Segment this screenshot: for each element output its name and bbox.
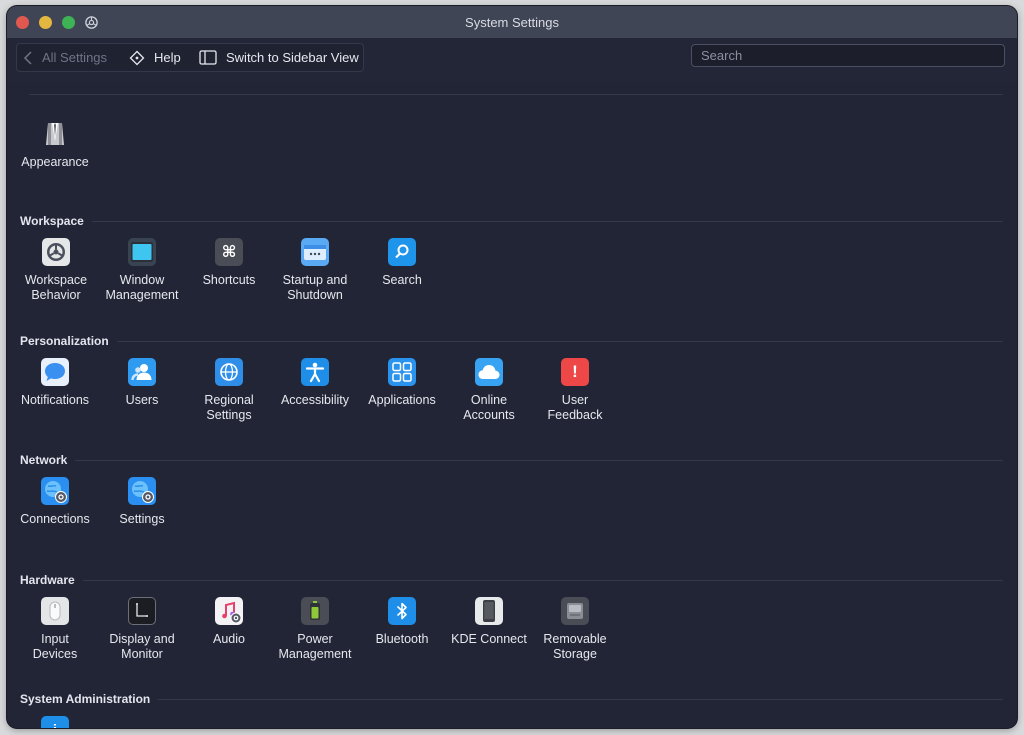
bluetooth-icon — [388, 597, 416, 625]
users-icon — [128, 358, 156, 386]
mouse-icon — [41, 597, 69, 625]
search-input[interactable] — [691, 44, 1005, 67]
back-button-label: All Settings — [42, 50, 108, 65]
network-settings-icon — [128, 477, 156, 505]
help-button-label: Help — [154, 50, 181, 65]
title-bar: System Settings — [7, 6, 1017, 38]
toolbar: All Settings Help Switch to Sidebar View — [7, 38, 1017, 82]
navigation-group: All Settings Help Switch to Sidebar View — [16, 43, 364, 72]
item-label: Settings — [119, 512, 165, 526]
sidebar-view-icon — [199, 50, 217, 65]
startup-shutdown-item[interactable]: Startup and Shutdown — [272, 238, 358, 303]
item-label: Online Accounts — [463, 393, 515, 422]
workspace-behavior-item[interactable]: Workspace Behavior — [13, 238, 99, 303]
switch-to-sidebar-button[interactable]: Switch to Sidebar View — [199, 44, 359, 71]
item-label: Removable Storage — [543, 632, 607, 661]
section-title: Personalization — [20, 334, 109, 348]
section-title: Hardware — [20, 573, 75, 587]
online-accounts-item[interactable]: Online Accounts — [446, 358, 532, 423]
section-divider — [82, 579, 1003, 581]
item-label: Bluetooth — [375, 632, 429, 646]
audio-icon — [215, 597, 243, 625]
item-label: Input Devices — [32, 632, 78, 661]
regional-settings-item[interactable]: Regional Settings — [186, 358, 272, 423]
cloud-icon — [475, 358, 503, 386]
search-item[interactable]: Search — [359, 238, 445, 288]
notifications-item[interactable]: Notifications — [12, 358, 98, 408]
settings-content: Appearance Workspace Workspace Behavior … — [7, 82, 1017, 728]
accessibility-item[interactable]: Accessibility — [272, 358, 358, 408]
globe-icon — [215, 358, 243, 386]
item-label: Regional Settings — [204, 393, 254, 422]
item-label: Workspace Behavior — [24, 273, 88, 302]
feedback-icon: ! — [561, 358, 589, 386]
item-label: Window Management — [105, 273, 179, 302]
section-divider — [116, 340, 1003, 342]
chevron-left-icon — [23, 50, 32, 65]
shortcuts-item[interactable]: ⌘ Shortcuts — [186, 238, 272, 288]
battery-icon — [301, 597, 329, 625]
item-label: Power Management — [278, 632, 352, 661]
users-item[interactable]: Users — [99, 358, 185, 408]
window-management-item[interactable]: Window Management — [99, 238, 185, 303]
applications-item[interactable]: Applications — [359, 358, 445, 408]
power-management-item[interactable]: Power Management — [272, 597, 358, 662]
removable-storage-item[interactable]: Removable Storage — [532, 597, 618, 662]
command-key-icon: ⌘ — [215, 238, 243, 266]
section-divider — [75, 459, 1003, 461]
divider — [29, 94, 1003, 95]
item-label: Shortcuts — [202, 273, 256, 287]
applications-grid-icon — [388, 358, 416, 386]
input-devices-item[interactable]: Input Devices — [12, 597, 98, 662]
bluetooth-item[interactable]: Bluetooth — [359, 597, 445, 647]
workspace-behavior-icon — [42, 238, 70, 266]
search-icon — [388, 238, 416, 266]
item-label: Display and Monitor — [109, 632, 175, 661]
network-connections-icon — [41, 477, 69, 505]
switch-to-sidebar-label: Switch to Sidebar View — [226, 50, 359, 65]
help-icon — [129, 50, 145, 65]
user-feedback-item[interactable]: ! User Feedback — [532, 358, 618, 423]
back-button[interactable]: All Settings — [23, 44, 118, 71]
monitor-icon — [128, 597, 156, 625]
appearance-icon — [41, 120, 69, 148]
window-management-icon — [128, 238, 156, 266]
item-label: KDE Connect — [451, 632, 527, 646]
connections-item[interactable]: Connections — [12, 477, 98, 527]
section-title: Workspace — [20, 214, 84, 228]
item-label: Audio — [213, 632, 245, 646]
item-label: Notifications — [20, 393, 90, 407]
section-divider — [158, 698, 1003, 700]
appearance-item[interactable]: Appearance — [12, 120, 98, 170]
appearance-label: Appearance — [21, 155, 89, 169]
accessibility-icon — [301, 358, 329, 386]
audio-item[interactable]: Audio — [186, 597, 272, 647]
section-title: Network — [20, 453, 68, 467]
item-label: Accessibility — [280, 393, 350, 407]
item-label: Applications — [368, 393, 436, 407]
item-label: Connections — [20, 512, 90, 526]
display-monitor-item[interactable]: Display and Monitor — [99, 597, 185, 662]
kde-connect-item[interactable]: KDE Connect — [446, 597, 532, 647]
drive-icon — [561, 597, 589, 625]
item-label: Search — [382, 273, 422, 287]
network-settings-item[interactable]: Settings — [99, 477, 185, 527]
item-label: Users — [125, 393, 159, 407]
item-label: User Feedback — [547, 393, 603, 422]
startup-icon — [301, 238, 329, 266]
phone-icon — [475, 597, 503, 625]
notifications-icon — [41, 358, 69, 386]
item-label: Startup and Shutdown — [282, 273, 348, 302]
window-title: System Settings — [465, 15, 559, 30]
section-title: System Administration — [20, 692, 151, 706]
info-icon: i — [41, 716, 69, 728]
section-divider — [91, 220, 1003, 222]
help-button[interactable]: Help — [129, 44, 181, 71]
system-information-item[interactable]: i — [12, 716, 98, 728]
system-settings-window: System Settings All Settings Help Switch… — [7, 6, 1017, 728]
